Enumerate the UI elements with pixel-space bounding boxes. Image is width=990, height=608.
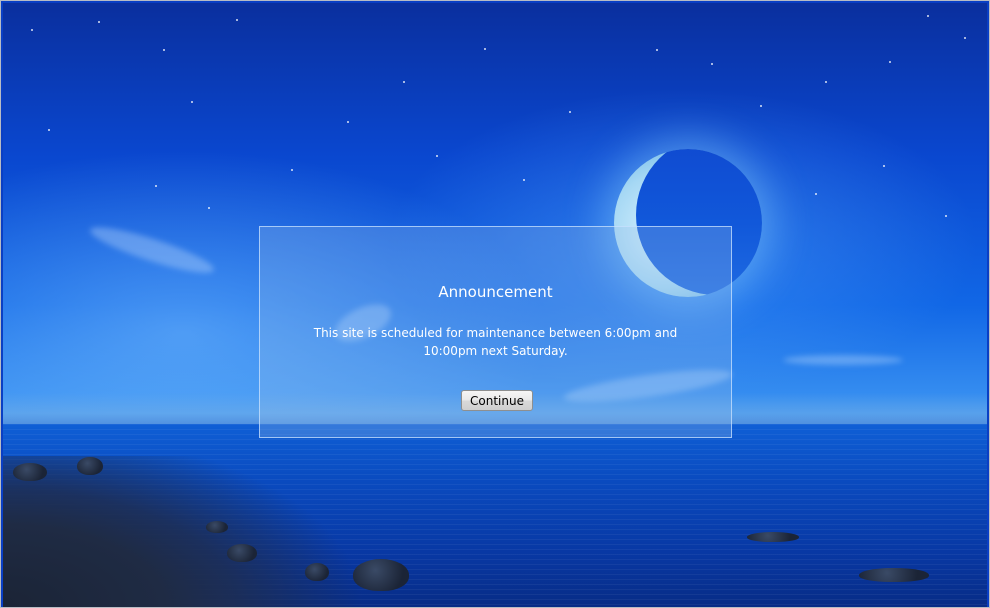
app-window: Announcement This site is scheduled for … <box>0 0 990 608</box>
dialog-title: Announcement <box>438 283 553 301</box>
star <box>31 29 33 31</box>
star <box>760 105 762 107</box>
star <box>711 63 713 65</box>
star <box>945 215 947 217</box>
continue-button[interactable]: Continue <box>461 390 533 411</box>
rock <box>77 457 103 475</box>
rock <box>305 563 329 581</box>
star <box>155 185 157 187</box>
star <box>436 155 438 157</box>
star <box>98 21 100 23</box>
rock <box>353 559 409 591</box>
star <box>236 19 238 21</box>
star <box>191 101 193 103</box>
cloud <box>86 219 218 281</box>
star <box>889 61 891 63</box>
star <box>403 81 405 83</box>
star <box>656 49 658 51</box>
star <box>347 121 349 123</box>
star <box>569 111 571 113</box>
rock <box>747 532 799 542</box>
star <box>964 37 966 39</box>
rock <box>13 463 47 481</box>
star <box>927 15 929 17</box>
star <box>484 48 486 50</box>
star <box>883 165 885 167</box>
rock <box>859 568 929 582</box>
rock <box>206 521 228 533</box>
star <box>208 207 210 209</box>
star <box>163 49 165 51</box>
star <box>523 179 525 181</box>
star <box>825 81 827 83</box>
star <box>48 129 50 131</box>
announcement-dialog: Announcement This site is scheduled for … <box>259 226 732 438</box>
star <box>815 193 817 195</box>
dialog-message: This site is scheduled for maintenance b… <box>313 326 678 358</box>
star <box>291 169 293 171</box>
cloud <box>783 355 903 365</box>
rock <box>227 544 257 562</box>
